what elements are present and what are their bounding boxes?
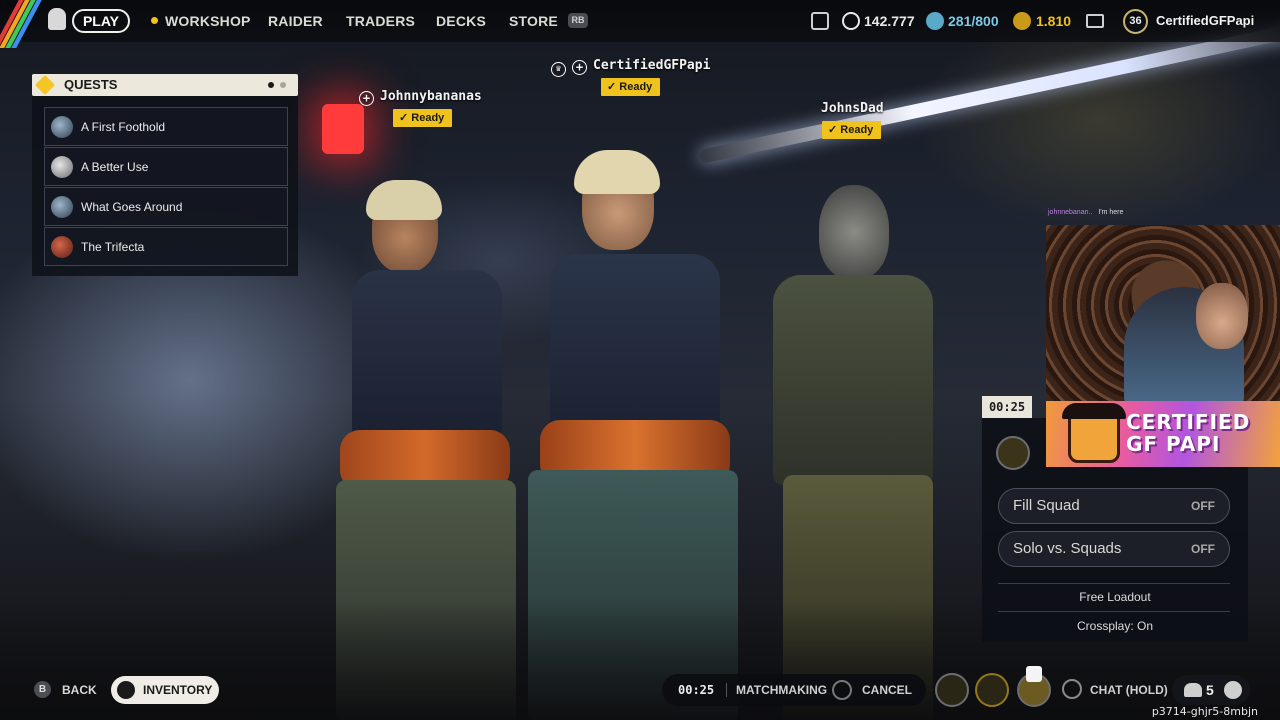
player-name: CertifiedGFPapi bbox=[593, 58, 711, 73]
streamer-brand-banner: CERTIFIED GF PAPI bbox=[1046, 401, 1280, 467]
crown-icon: ♛ bbox=[551, 62, 566, 77]
brand-name: CERTIFIED GF PAPI bbox=[1126, 410, 1251, 456]
coin-icon bbox=[842, 12, 860, 30]
player-name: Johnnybananas bbox=[380, 89, 482, 104]
quest-giver-avatar bbox=[51, 116, 73, 138]
party-size[interactable]: 5 bbox=[1172, 675, 1250, 705]
stream-chat-line: johnnebanan.. I'm here bbox=[1048, 209, 1123, 216]
nav-decks[interactable]: DECKS bbox=[436, 0, 486, 42]
ready-badge: ✓ Ready bbox=[393, 109, 453, 127]
player-tag-certifiedgfpapi[interactable]: ♛ + CertifiedGFPapi bbox=[551, 58, 710, 77]
ready-label: Ready bbox=[619, 81, 653, 93]
ready-label: Ready bbox=[411, 112, 445, 124]
nav-traders[interactable]: TRADERS bbox=[346, 0, 415, 42]
workshop-dot-icon bbox=[151, 17, 158, 24]
cred-icon bbox=[1013, 12, 1031, 30]
fill-squad-toggle[interactable]: Fill Squad OFF bbox=[998, 488, 1230, 524]
add-friend-icon[interactable]: + bbox=[572, 60, 587, 75]
crossplay-label: Crossplay: On bbox=[1076, 619, 1154, 633]
divider bbox=[998, 611, 1230, 612]
player-tag-johnsdad[interactable]: JohnsDad bbox=[821, 101, 884, 116]
option-value: OFF bbox=[1191, 499, 1215, 513]
nav-raider[interactable]: RAIDER bbox=[268, 0, 323, 42]
chat-text: I'm here bbox=[1098, 209, 1124, 216]
mm-timer: 00:25 bbox=[678, 683, 715, 697]
quest-giver-avatar bbox=[51, 236, 73, 258]
quest-label: A Better Use bbox=[81, 160, 149, 174]
back-button[interactable]: BACK bbox=[56, 676, 103, 704]
page-dot-active[interactable] bbox=[268, 82, 274, 88]
room-code: p3714-ghjr5-8mbjn bbox=[1151, 705, 1258, 718]
quest-label: What Goes Around bbox=[81, 200, 183, 214]
ready-label: Ready bbox=[840, 124, 874, 136]
streamer-head bbox=[1196, 283, 1248, 349]
quest-giver-avatar bbox=[51, 156, 73, 178]
mail-icon[interactable] bbox=[1086, 14, 1104, 28]
profile-name[interactable]: CertifiedGFPapi bbox=[1156, 0, 1254, 42]
cancel-key-icon bbox=[832, 680, 852, 700]
quest-diamond-icon bbox=[35, 75, 55, 95]
webcam-feed bbox=[1046, 225, 1280, 401]
pirate-hat-icon bbox=[1062, 403, 1126, 419]
nav-play-button[interactable]: PLAY bbox=[72, 9, 130, 33]
party-icon bbox=[1184, 683, 1202, 697]
deck-icon[interactable] bbox=[996, 436, 1030, 470]
option-label: Fill Squad bbox=[1013, 497, 1080, 514]
quests-header[interactable]: QUESTS bbox=[32, 74, 298, 96]
option-value: OFF bbox=[1191, 542, 1215, 556]
nav-workshop[interactable]: WORKSHOP bbox=[165, 0, 251, 42]
quest-item[interactable]: A First Foothold bbox=[44, 107, 288, 146]
currency-creds: 1.810 bbox=[1036, 13, 1072, 29]
social-icon[interactable] bbox=[811, 12, 829, 30]
chat-key-icon bbox=[1062, 679, 1082, 699]
currency-coins: 142.777 bbox=[864, 13, 915, 29]
quest-label: The Trifecta bbox=[81, 240, 145, 254]
divider bbox=[998, 583, 1230, 584]
ready-badge: ✓ Ready bbox=[601, 78, 661, 96]
level-badge: 36 bbox=[1123, 9, 1148, 34]
inventory-button[interactable]: INVENTORY bbox=[111, 676, 219, 704]
match-timer: 00:25 bbox=[982, 396, 1032, 418]
red-lamp bbox=[322, 104, 364, 154]
deck-slot-1[interactable] bbox=[935, 673, 969, 707]
player-name: JohnsDad bbox=[821, 101, 884, 116]
page-dot[interactable] bbox=[280, 82, 286, 88]
quest-label: A First Foothold bbox=[81, 120, 166, 134]
menu-icon[interactable] bbox=[1224, 681, 1242, 699]
option-label: Solo vs. Squads bbox=[1013, 540, 1122, 557]
chat-button[interactable]: CHAT (HOLD) bbox=[1090, 676, 1168, 704]
game-logo bbox=[0, 0, 44, 48]
b-key-hint: B bbox=[34, 681, 51, 698]
inventory-key-icon bbox=[117, 681, 135, 699]
profile-icon[interactable] bbox=[48, 8, 66, 30]
divider bbox=[726, 683, 727, 697]
quest-item[interactable]: The Trifecta bbox=[44, 227, 288, 266]
player-tag-johnnybananas[interactable]: + Johnnybananas bbox=[359, 89, 482, 106]
chat-user: johnnebanan.. bbox=[1048, 209, 1093, 216]
speaker-icon bbox=[1026, 666, 1042, 682]
currency-tokens: 281/800 bbox=[948, 13, 999, 29]
quest-item[interactable]: What Goes Around bbox=[44, 187, 288, 226]
quests-panel: A First Foothold A Better Use What Goes … bbox=[32, 96, 298, 276]
ready-badge: ✓ Ready bbox=[822, 121, 882, 139]
quest-giver-avatar bbox=[51, 196, 73, 218]
solo-vs-squads-toggle[interactable]: Solo vs. Squads OFF bbox=[998, 531, 1230, 567]
nav-store[interactable]: STORE bbox=[509, 0, 558, 42]
rb-key-hint: RB bbox=[568, 13, 588, 28]
top-nav: PLAY WORKSHOP RAIDER TRADERS DECKS STORE… bbox=[0, 0, 1280, 48]
free-loadout-label: Free Loadout bbox=[1079, 590, 1151, 604]
mm-status: MATCHMAKING bbox=[736, 683, 828, 697]
deck-slot-2[interactable] bbox=[975, 673, 1009, 707]
matchmaking-bar: 00:25 MATCHMAKING CANCEL bbox=[662, 674, 926, 706]
quest-item[interactable]: A Better Use bbox=[44, 147, 288, 186]
token-icon bbox=[926, 12, 944, 30]
light-beam bbox=[698, 21, 1280, 164]
party-count: 5 bbox=[1206, 682, 1214, 698]
cancel-button[interactable]: CANCEL bbox=[862, 674, 912, 706]
add-friend-icon[interactable]: + bbox=[359, 91, 374, 106]
quests-title: QUESTS bbox=[64, 77, 118, 92]
inventory-label: INVENTORY bbox=[143, 683, 213, 697]
